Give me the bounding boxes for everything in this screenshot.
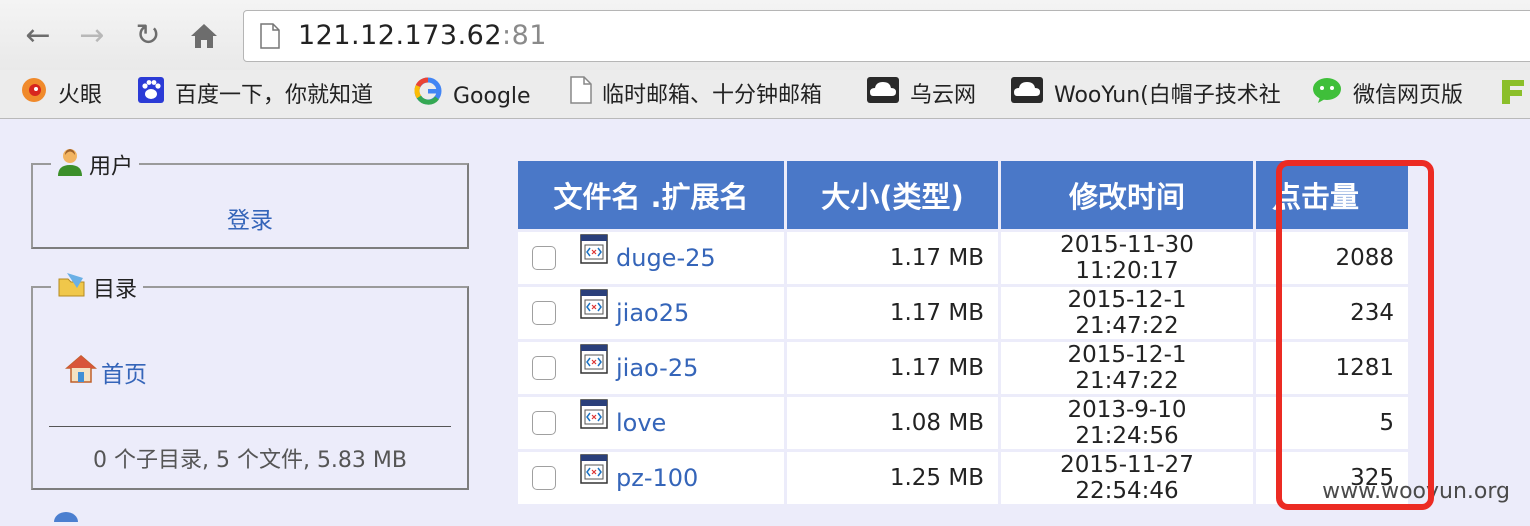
filename-cell: jiao-25 <box>518 342 784 394</box>
user-icon <box>57 147 83 188</box>
bookmark-wooyun[interactable]: 乌云网 <box>866 76 976 112</box>
cloud-icon <box>866 76 900 112</box>
row-checkbox[interactable] <box>532 246 556 270</box>
file-link[interactable]: jiao-25 <box>616 354 698 382</box>
file-icon <box>580 289 608 325</box>
directory-box: 目录 首页 0 个子目录, 5 个文件, 5.83 MB <box>31 270 469 490</box>
user-box-legend: 用户 <box>51 147 140 188</box>
modified-cell: 2015-11-27 22:54:46 <box>1001 452 1253 504</box>
size-cell: 1.17 MB <box>787 342 998 394</box>
filename-cell: jiao25 <box>518 287 784 339</box>
google-icon <box>413 76 443 112</box>
directory-box-legend: 目录 <box>51 270 144 311</box>
column-header-filename[interactable]: 文件名 .扩展名 <box>518 161 784 229</box>
size-cell: 1.08 MB <box>787 397 998 449</box>
page-icon <box>570 76 592 112</box>
home-house-icon <box>64 354 98 390</box>
fire-eye-icon <box>20 76 48 112</box>
table-row: jiao-25 1.17 MB 2015-12-1 21:47:22 1281 <box>518 342 1408 394</box>
home-icon[interactable] <box>184 14 224 58</box>
modified-cell: 2013-9-10 21:24:56 <box>1001 397 1253 449</box>
forward-arrow-icon[interactable]: → <box>72 14 112 58</box>
column-header-size[interactable]: 大小(类型) <box>787 161 998 229</box>
reload-icon[interactable]: ↻ <box>128 14 168 58</box>
modified-cell: 2015-12-1 21:47:22 <box>1001 287 1253 339</box>
size-cell: 1.17 MB <box>787 232 998 284</box>
bookmarks-bar: 火眼 百度一下，你就知道 Google 临时邮箱、十分钟邮箱 乌云网 WooYu… <box>0 70 1530 119</box>
bookmark-baidu[interactable]: 百度一下，你就知道 <box>137 76 373 112</box>
file-table-header: 文件名 .扩展名 大小(类型) 修改时间 点击量 <box>518 161 1408 229</box>
file-icon <box>580 399 608 435</box>
login-link[interactable]: 登录 <box>33 201 467 235</box>
home-link-row[interactable]: 首页 <box>64 354 147 390</box>
table-row: pz-100 1.25 MB 2015-11-27 22:54:46 325 <box>518 452 1408 504</box>
row-checkbox[interactable] <box>532 301 556 325</box>
filename-cell: duge-25 <box>518 232 784 284</box>
hits-column-highlight <box>1276 160 1434 510</box>
browser-toolbar: ← → ↻ 121.12.173.62:81 <box>0 0 1530 70</box>
size-cell: 1.25 MB <box>787 452 998 504</box>
cloud-icon <box>1010 76 1044 112</box>
home-link[interactable]: 首页 <box>101 362 147 388</box>
bookmark-wooyun-community[interactable]: WooYun(白帽子技术社 <box>1010 76 1280 112</box>
partial-icon <box>50 507 82 526</box>
bookmark-huoyan[interactable]: 火眼 <box>20 76 102 112</box>
folder-icon <box>57 270 87 311</box>
size-cell: 1.17 MB <box>787 287 998 339</box>
table-row: jiao25 1.17 MB 2015-12-1 21:47:22 234 <box>518 287 1408 339</box>
file-icon <box>580 344 608 380</box>
bookmark-overflow-icon[interactable] <box>1500 76 1530 112</box>
file-icon <box>580 454 608 490</box>
modified-cell: 2015-12-1 21:47:22 <box>1001 342 1253 394</box>
wechat-icon <box>1311 76 1343 112</box>
page-icon <box>260 23 280 49</box>
directory-divider <box>49 426 451 427</box>
filename-cell: pz-100 <box>518 452 784 504</box>
table-row: love 1.08 MB 2013-9-10 21:24:56 5 <box>518 397 1408 449</box>
bookmark-google[interactable]: Google <box>413 76 531 112</box>
baidu-paw-icon <box>137 76 165 112</box>
url-text: 121.12.173.62:81 <box>298 20 547 51</box>
user-box: 用户 登录 <box>31 147 469 249</box>
file-link[interactable]: love <box>616 409 666 437</box>
bookmark-temp-mail[interactable]: 临时邮箱、十分钟邮箱 <box>570 76 832 112</box>
directory-summary: 0 个子目录, 5 个文件, 5.83 MB <box>92 448 407 473</box>
file-link[interactable]: duge-25 <box>616 244 716 272</box>
file-link[interactable]: pz-100 <box>616 464 698 492</box>
file-icon <box>580 234 608 270</box>
row-checkbox[interactable] <box>532 411 556 435</box>
table-row: duge-25 1.17 MB 2015-11-30 11:20:17 2088 <box>518 232 1408 284</box>
row-checkbox[interactable] <box>532 466 556 490</box>
bookmark-wechat[interactable]: 微信网页版 <box>1311 76 1463 112</box>
address-bar[interactable]: 121.12.173.62:81 <box>243 10 1530 62</box>
back-arrow-icon[interactable]: ← <box>18 14 58 58</box>
modified-cell: 2015-11-30 11:20:17 <box>1001 232 1253 284</box>
row-checkbox[interactable] <box>532 356 556 380</box>
filename-cell: love <box>518 397 784 449</box>
file-link[interactable]: jiao25 <box>616 299 689 327</box>
column-header-modified[interactable]: 修改时间 <box>1001 161 1253 229</box>
